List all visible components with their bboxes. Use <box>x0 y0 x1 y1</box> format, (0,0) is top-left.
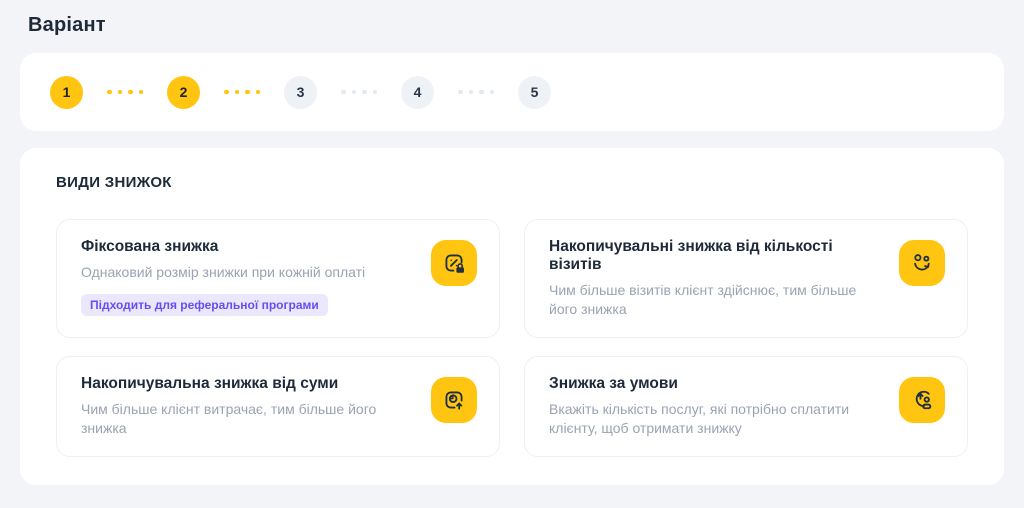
card-title: Фіксована знижка <box>81 238 415 256</box>
step-1[interactable]: 1 <box>50 76 83 109</box>
step-2[interactable]: 2 <box>167 76 200 109</box>
step-separator-dots <box>341 90 377 95</box>
card-condition-discount[interactable]: Знижка за умови Вкажіть кількість послуг… <box>524 356 968 457</box>
step-separator-dots <box>224 90 260 95</box>
card-text: Знижка за умови Вкажіть кількість послуг… <box>549 375 883 438</box>
page-title: Варіант <box>28 14 1004 37</box>
card-title: Накопичувальні знижка від кількості візи… <box>549 238 883 274</box>
section-title: ВИДИ ЗНИЖОК <box>56 174 968 191</box>
card-description: Чим більше клієнт витрачає, тим більше й… <box>81 400 415 438</box>
step-5[interactable]: 5 <box>518 76 551 109</box>
percent-lock-icon <box>431 240 477 286</box>
step-separator-dots <box>458 90 494 95</box>
card-title: Знижка за умови <box>549 375 883 393</box>
referral-badge: Підходить для реферальної програми <box>81 294 328 316</box>
card-description: Чим більше візитів клієнт здійснює, тим … <box>549 281 883 319</box>
card-description: Однаковий розмір знижки при кожній оплат… <box>81 263 415 282</box>
client-arrow-up-icon <box>899 377 945 423</box>
discount-cards-grid: Фіксована знижка Однаковий розмір знижки… <box>56 219 968 457</box>
clients-repeat-icon <box>899 240 945 286</box>
card-fixed-discount[interactable]: Фіксована знижка Однаковий розмір знижки… <box>56 219 500 338</box>
card-amount-discount[interactable]: Накопичувальна знижка від суми Чим більш… <box>56 356 500 457</box>
card-text: Накопичувальні знижка від кількості візи… <box>549 238 883 319</box>
step-separator-dots <box>107 90 143 95</box>
stepper-panel: 1 2 3 4 5 <box>20 53 1004 131</box>
card-text: Фіксована знижка Однаковий розмір знижки… <box>81 238 415 316</box>
step-3[interactable]: 3 <box>284 76 317 109</box>
card-visits-discount[interactable]: Накопичувальні знижка від кількості візи… <box>524 219 968 338</box>
card-description: Вкажіть кількість послуг, які потрібно с… <box>549 400 883 438</box>
card-text: Накопичувальна знижка від суми Чим більш… <box>81 375 415 438</box>
card-title: Накопичувальна знижка від суми <box>81 375 415 393</box>
coin-arrow-up-icon <box>431 377 477 423</box>
step-4[interactable]: 4 <box>401 76 434 109</box>
stepper: 1 2 3 4 5 <box>50 76 551 109</box>
discount-types-panel: ВИДИ ЗНИЖОК Фіксована знижка Однаковий р… <box>20 148 1004 485</box>
